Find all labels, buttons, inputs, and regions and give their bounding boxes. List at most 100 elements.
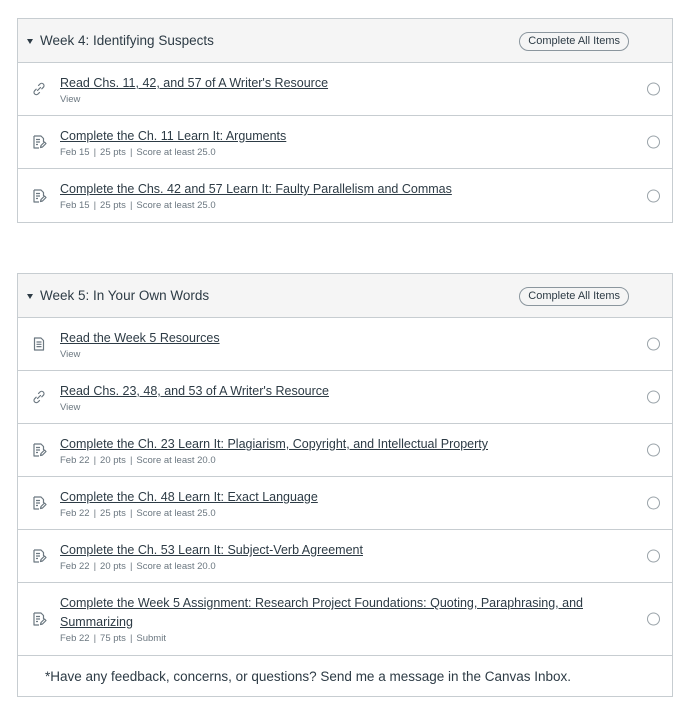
assignment-icon (31, 442, 47, 458)
meta-value: Feb 22 (60, 508, 90, 519)
module-header[interactable]: Week 5: In Your Own Words Complete All I… (18, 274, 672, 318)
complete-all-items-button[interactable]: Complete All Items (519, 287, 629, 306)
item-title-link[interactable]: Read the Week 5 Resources (60, 329, 612, 348)
item-body: Complete the Week 5 Assignment: Research… (60, 594, 612, 646)
meta-separator: | (129, 147, 133, 158)
meta-separator: | (129, 508, 133, 519)
module-item: Complete the Ch. 53 Learn It: Subject-Ve… (18, 530, 672, 583)
link-icon (31, 81, 47, 97)
caret-down-icon[interactable] (27, 38, 33, 44)
item-title-link[interactable]: Complete the Ch. 11 Learn It: Arguments (60, 127, 612, 146)
item-meta: Feb 22 | 20 pts | Score at least 20.0 (60, 454, 612, 468)
meta-value: 75 pts (100, 633, 126, 644)
assignment-icon (31, 495, 47, 511)
meta-value: Score at least 25.0 (136, 147, 216, 158)
meta-separator: | (129, 561, 133, 572)
module-week-5: Week 5: In Your Own Words Complete All I… (17, 273, 673, 697)
page-icon (31, 336, 47, 352)
item-body: Complete the Ch. 23 Learn It: Plagiarism… (60, 435, 612, 468)
completion-status-icon (647, 496, 660, 510)
completion-status-icon (647, 337, 660, 351)
meta-value: View (60, 349, 81, 360)
assignment-icon (31, 611, 47, 627)
meta-separator: | (129, 200, 133, 211)
meta-separator: | (93, 200, 97, 211)
module-item: Read the Week 5 Resources View (18, 318, 672, 371)
item-body: Read Chs. 23, 48, and 53 of A Writer's R… (60, 382, 612, 415)
completion-status-icon (647, 189, 660, 202)
item-body: Read Chs. 11, 42, and 57 of A Writer's R… (60, 74, 612, 107)
module-header[interactable]: Week 4: Identifying Suspects Complete Al… (18, 19, 672, 63)
item-meta: View (60, 348, 612, 362)
meta-separator: | (93, 561, 97, 572)
item-meta: Feb 22 | 20 pts | Score at least 20.0 (60, 560, 612, 574)
meta-value: 25 pts (100, 200, 126, 211)
item-body: Complete the Ch. 48 Learn It: Exact Lang… (60, 488, 612, 521)
meta-separator: | (93, 147, 97, 158)
module-item: Complete the Ch. 48 Learn It: Exact Lang… (18, 477, 672, 530)
caret-down-icon[interactable] (27, 293, 33, 299)
module-item: Read Chs. 23, 48, and 53 of A Writer's R… (18, 371, 672, 424)
completion-status-icon (647, 390, 660, 404)
meta-separator: | (93, 508, 97, 519)
link-icon (31, 389, 47, 405)
meta-value: View (60, 94, 81, 105)
meta-separator: | (129, 633, 133, 644)
item-body: Complete the Chs. 42 and 57 Learn It: Fa… (60, 180, 612, 213)
meta-separator: | (93, 633, 97, 644)
item-title-link[interactable]: Read Chs. 11, 42, and 57 of A Writer's R… (60, 74, 612, 93)
module-items: Read Chs. 11, 42, and 57 of A Writer's R… (18, 63, 672, 222)
meta-value: Score at least 25.0 (136, 200, 216, 211)
completion-status-icon (647, 549, 660, 563)
meta-separator: | (93, 455, 97, 466)
meta-value: 20 pts (100, 455, 126, 466)
module-week-4: Week 4: Identifying Suspects Complete Al… (17, 18, 673, 223)
meta-value: Feb 15 (60, 147, 90, 158)
assignment-icon (31, 188, 47, 204)
completion-status-icon (647, 612, 660, 626)
module-title: Week 4: Identifying Suspects (40, 33, 214, 48)
item-meta: Feb 15 | 25 pts | Score at least 25.0 (60, 199, 612, 213)
module-items: Read the Week 5 Resources View Read Chs. 2… (18, 318, 672, 655)
module-item: Complete the Week 5 Assignment: Research… (18, 583, 672, 655)
completion-status-icon (647, 443, 660, 457)
module-item: Complete the Chs. 42 and 57 Learn It: Fa… (18, 169, 672, 222)
assignment-icon (31, 548, 47, 564)
item-title-link[interactable]: Complete the Week 5 Assignment: Research… (60, 594, 612, 632)
item-body: Complete the Ch. 53 Learn It: Subject-Ve… (60, 541, 612, 574)
item-title-link[interactable]: Complete the Ch. 48 Learn It: Exact Lang… (60, 488, 612, 507)
meta-value: Score at least 20.0 (136, 455, 216, 466)
item-meta: View (60, 93, 612, 107)
meta-value: Score at least 25.0 (136, 508, 216, 519)
item-body: Read the Week 5 Resources View (60, 329, 612, 362)
module-title: Week 5: In Your Own Words (40, 288, 210, 303)
completion-status-icon (647, 135, 660, 149)
complete-all-items-button[interactable]: Complete All Items (519, 32, 629, 51)
item-title-link[interactable]: Read Chs. 23, 48, and 53 of A Writer's R… (60, 382, 612, 401)
meta-value: 25 pts (100, 147, 126, 158)
meta-value: Score at least 20.0 (136, 561, 216, 572)
feedback-note: *Have any feedback, concerns, or questio… (18, 655, 672, 696)
meta-value: Feb 22 (60, 455, 90, 466)
item-body: Complete the Ch. 11 Learn It: Arguments F… (60, 127, 612, 160)
module-item: Read Chs. 11, 42, and 57 of A Writer's R… (18, 63, 672, 116)
module-item: Complete the Ch. 23 Learn It: Plagiarism… (18, 424, 672, 477)
meta-separator: | (129, 455, 133, 466)
item-title-link[interactable]: Complete the Chs. 42 and 57 Learn It: Fa… (60, 180, 612, 199)
module-item: Complete the Ch. 11 Learn It: Arguments F… (18, 116, 672, 169)
meta-value: View (60, 402, 81, 413)
meta-value: 20 pts (100, 561, 126, 572)
item-meta: Feb 22 | 75 pts | Submit (60, 632, 612, 646)
meta-value: 25 pts (100, 508, 126, 519)
meta-value: Feb 15 (60, 200, 90, 211)
assignment-icon (31, 134, 47, 150)
item-meta: Feb 15 | 25 pts | Score at least 25.0 (60, 146, 612, 160)
item-meta: View (60, 401, 612, 415)
meta-value: Feb 22 (60, 561, 90, 572)
completion-status-icon (647, 82, 660, 96)
meta-value: Submit (136, 633, 166, 644)
meta-value: Feb 22 (60, 633, 90, 644)
item-title-link[interactable]: Complete the Ch. 23 Learn It: Plagiarism… (60, 435, 612, 454)
item-title-link[interactable]: Complete the Ch. 53 Learn It: Subject-Ve… (60, 541, 612, 560)
item-meta: Feb 22 | 25 pts | Score at least 25.0 (60, 507, 612, 521)
